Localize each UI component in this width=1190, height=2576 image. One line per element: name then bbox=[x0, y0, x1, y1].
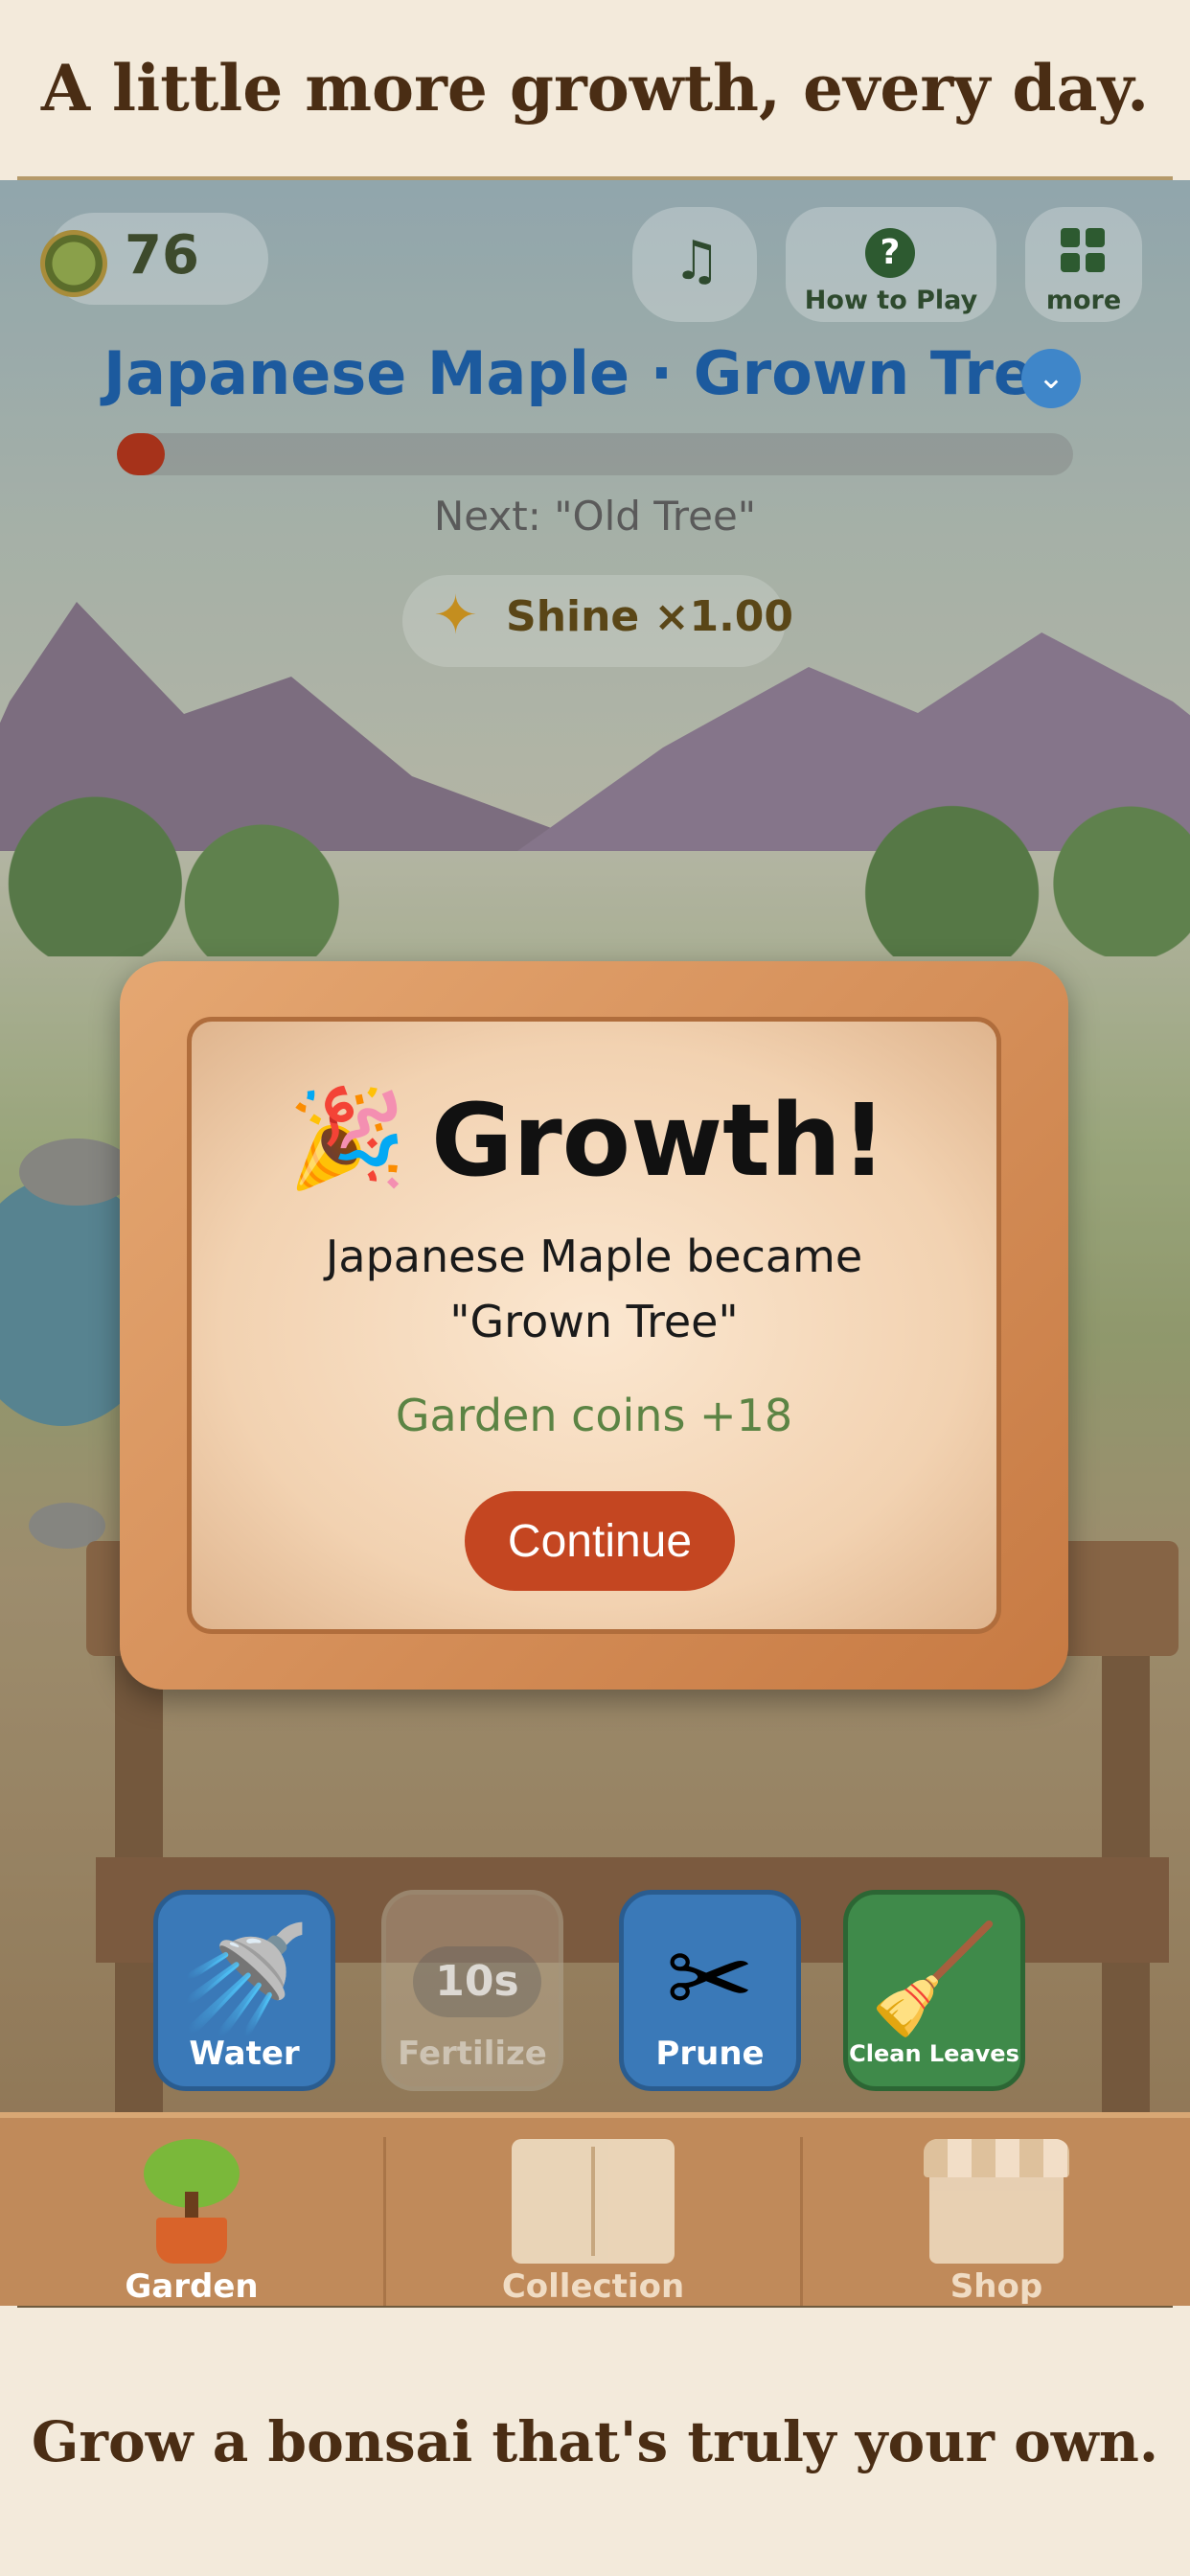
next-stage-label: Next: "Old Tree" bbox=[433, 493, 757, 540]
growth-progress-bar bbox=[117, 433, 1073, 475]
coin-reward: Garden coins +18 bbox=[395, 1390, 793, 1441]
water-button[interactable]: 🚿 Water bbox=[153, 1890, 335, 2091]
how-to-play-label: How to Play bbox=[804, 286, 978, 315]
bottom-tab-bar: Garden Collection Shop bbox=[0, 2112, 1190, 2306]
shine-multiplier: Shine ×1.00 bbox=[506, 592, 794, 641]
growth-dialog-panel: 🎉 Growth! Japanese Maple became "Grown T… bbox=[187, 1017, 1001, 1634]
top-banner: A little more growth, every day. bbox=[40, 51, 1150, 126]
chevron-down-icon[interactable]: ⌄ bbox=[1021, 349, 1081, 408]
broom-icon: 🧹 bbox=[868, 1918, 1000, 2040]
clean-leaves-button[interactable]: 🧹 Clean Leaves bbox=[843, 1890, 1025, 2091]
fertilize-cooldown: 10s bbox=[413, 1946, 541, 2017]
tab-garden-label: Garden bbox=[125, 2267, 259, 2306]
prune-button[interactable]: ✂ Prune bbox=[619, 1890, 801, 2091]
water-label: Water bbox=[189, 2035, 300, 2073]
watering-can-icon: 🚿 bbox=[178, 1918, 310, 2040]
shop-icon bbox=[803, 2139, 1190, 2264]
fertilize-button[interactable]: 10s Fertilize bbox=[381, 1890, 563, 2091]
party-popper-icon: 🎉 bbox=[287, 1082, 407, 1194]
dialog-title: Growth! bbox=[431, 1082, 887, 1199]
tab-collection[interactable]: Collection bbox=[386, 2118, 800, 2306]
leaf-coin-icon bbox=[40, 230, 107, 297]
bottom-banner: Grow a bonsai that's truly your own. bbox=[31, 2409, 1159, 2474]
scissors-icon: ✂ bbox=[665, 1918, 755, 2040]
fertilize-label: Fertilize bbox=[398, 2035, 547, 2073]
bonsai-icon bbox=[0, 2139, 383, 2264]
growth-progress-fill bbox=[117, 433, 165, 475]
tab-collection-label: Collection bbox=[501, 2267, 685, 2306]
tab-shop-label: Shop bbox=[950, 2267, 1043, 2306]
tree-title[interactable]: Japanese Maple · Grown Tree bbox=[103, 338, 1074, 408]
music-note-icon: ♫ bbox=[673, 230, 721, 292]
clean-leaves-label: Clean Leaves bbox=[849, 2040, 1019, 2067]
growth-dialog: 🎉 Growth! Japanese Maple became "Grown T… bbox=[120, 961, 1068, 1690]
book-icon bbox=[386, 2139, 800, 2264]
tab-shop[interactable]: Shop bbox=[803, 2118, 1190, 2306]
grid-icon bbox=[1061, 228, 1107, 274]
tab-garden[interactable]: Garden bbox=[0, 2118, 383, 2306]
sparkle-icon: ✦ bbox=[433, 585, 478, 647]
dialog-message-stage: "Grown Tree" bbox=[449, 1296, 739, 1347]
coin-count: 76 bbox=[125, 224, 199, 287]
game-screen: 76 ♫ ? How to Play more Japanese Maple ·… bbox=[0, 180, 1190, 2112]
more-label: more bbox=[1045, 286, 1122, 315]
prune-label: Prune bbox=[655, 2035, 765, 2073]
question-icon: ? bbox=[865, 228, 915, 278]
continue-button[interactable]: Continue bbox=[465, 1491, 735, 1591]
dialog-message: Japanese Maple became bbox=[325, 1230, 863, 1282]
